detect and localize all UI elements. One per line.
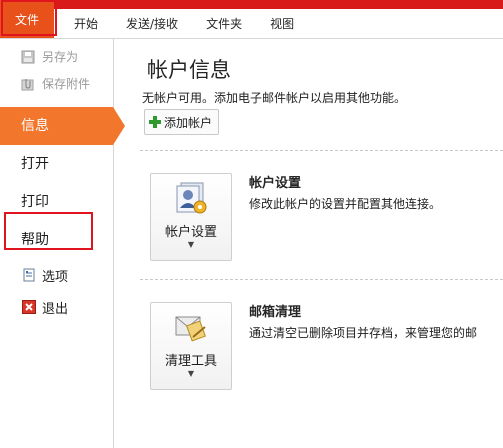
mailbox-cleanup-description: 通过清空已删除项目并存档，来管理您的邮 — [249, 326, 478, 340]
cleanup-tools-button[interactable]: 清理工具 ▼ — [150, 302, 232, 390]
account-settings-button-label: 帐户设置 — [164, 225, 217, 240]
add-account-button[interactable]: 添加帐户 — [144, 109, 220, 135]
nav-options-label: 选项 — [42, 269, 69, 285]
nav-save-as-label: 另存为 — [42, 50, 79, 64]
nav-save-attachments-label: 保存附件 — [42, 77, 91, 91]
ribbon-tabs: 文件 开始 发送/接收 文件夹 视图 — [0, 0, 503, 38]
nav-save-attachments[interactable]: 保存附件 — [0, 70, 113, 97]
account-settings-icon — [173, 180, 209, 216]
account-settings-button[interactable]: 帐户设置 ▼ — [150, 173, 232, 261]
nav-exit[interactable]: 退出 — [0, 291, 113, 323]
nav-open[interactable]: 打开 — [0, 145, 113, 183]
options-icon — [22, 268, 36, 282]
cleanup-tools-button-label: 清理工具 — [164, 354, 217, 369]
add-account-label: 添加帐户 — [164, 115, 213, 130]
caret-down-icon: ▼ — [187, 369, 195, 378]
account-info-panel: 帐户信息 无帐户可用。添加电子邮件帐户以启用其他功能。 添加帐户 帐户设置 ▼ … — [114, 39, 503, 448]
mailbox-cleanup-title: 邮箱清理 — [249, 305, 302, 320]
tab-view[interactable]: 视图 — [256, 11, 309, 38]
nav-save-as[interactable]: 另存为 — [0, 43, 113, 70]
nav-options[interactable]: 选项 — [0, 259, 113, 291]
nav-exit-label: 退出 — [42, 301, 69, 317]
tab-send-receive[interactable]: 发送/接收 — [112, 11, 193, 38]
account-settings-title: 帐户设置 — [249, 176, 302, 191]
plus-icon — [149, 116, 161, 128]
page-title: 帐户信息 — [147, 58, 231, 82]
save-as-icon — [20, 49, 36, 65]
section-divider — [140, 279, 503, 280]
paperclip-icon — [20, 76, 36, 92]
tab-home[interactable]: 开始 — [60, 11, 113, 38]
caret-down-icon: ▼ — [187, 240, 195, 249]
tab-file[interactable]: 文件 — [0, 0, 54, 38]
cleanup-tools-icon — [173, 309, 209, 345]
exit-icon — [22, 300, 36, 314]
nav-print[interactable]: 打印 — [0, 183, 113, 221]
account-settings-description: 修改此帐户的设置并配置其他连接。 — [249, 197, 442, 211]
nav-help[interactable]: 帮助 — [0, 221, 113, 259]
backstage-nav: 另存为 保存附件 信息 打开 打印 帮助 选项 退出 — [0, 39, 125, 448]
nav-info[interactable]: 信息 — [0, 107, 125, 145]
tab-folder[interactable]: 文件夹 — [192, 11, 257, 38]
page-subtitle: 无帐户可用。添加电子邮件帐户以启用其他功能。 — [142, 91, 407, 105]
section-divider — [140, 150, 503, 151]
